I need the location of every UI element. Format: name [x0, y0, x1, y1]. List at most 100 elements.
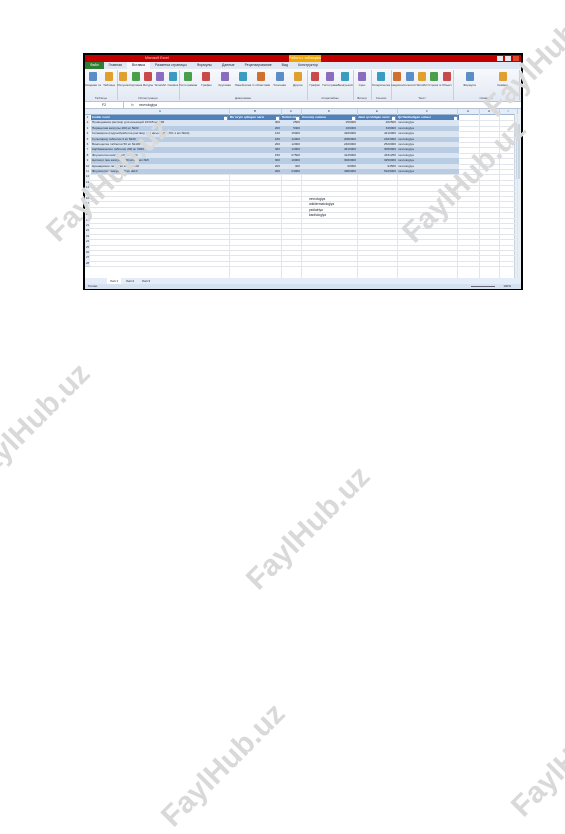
ribbon-button-label[interactable]: Гистограмма — [179, 83, 197, 87]
cell-text: 4125000 — [343, 152, 356, 157]
ribbon-button-label[interactable]: Фигуры — [142, 83, 154, 87]
formula-input[interactable]: nevrologiya — [139, 102, 157, 108]
ribbon-button-icon[interactable] — [275, 72, 284, 81]
ribbon-button-label[interactable]: Колонтитулы — [403, 83, 415, 87]
watermark: FaylHub.uz — [240, 459, 377, 597]
ribbon-button-icon[interactable] — [326, 72, 334, 81]
ribbon-tab[interactable]: Главная — [104, 62, 127, 69]
column-header[interactable]: B — [229, 109, 282, 114]
ribbon-button-label[interactable]: Формула — [453, 83, 486, 87]
ribbon-tab[interactable]: Вставка — [126, 62, 150, 69]
table-cell[interactable]: nevrologiya — [398, 169, 458, 174]
ribbon-button-label[interactable]: SmartArt — [154, 83, 166, 87]
grid-line — [90, 212, 515, 214]
cell-text: Гепамерин (гидрообработка раствор для ин… — [92, 131, 190, 136]
ribbon-button-icon[interactable] — [498, 72, 507, 81]
ribbon-button-icon[interactable] — [393, 72, 402, 81]
ribbon-button-label[interactable]: Сводная таблица — [85, 83, 101, 87]
ribbon-button-label[interactable]: Выигрыш/проигрыш — [338, 83, 353, 87]
ribbon-tab[interactable]: Файл — [85, 62, 104, 69]
column-header[interactable]: F — [397, 109, 458, 114]
column-header[interactable]: H — [479, 109, 500, 114]
ribbon-button-icon[interactable] — [465, 72, 474, 81]
ribbon-group-label: Ссылки — [375, 96, 387, 100]
zoom-level[interactable]: 100% — [503, 284, 511, 289]
table-cell[interactable]: 24900 — [282, 169, 300, 174]
ribbon-tab[interactable]: Рецензирование — [240, 62, 277, 69]
ribbon-button-label[interactable]: Рисунок — [117, 83, 129, 87]
cell-text: 2184000 — [383, 136, 396, 141]
ribbon-button-label[interactable]: Круговая — [216, 83, 234, 87]
close-icon[interactable] — [513, 56, 519, 61]
fx-icon[interactable]: fx — [131, 102, 134, 108]
ribbon-button-icon[interactable] — [257, 72, 266, 81]
ribbon-button-label[interactable]: Гистограмма — [322, 83, 337, 87]
list-value-cell[interactable]: kardiologiya — [309, 213, 326, 217]
ribbon-button-label[interactable]: Срез — [353, 83, 371, 87]
table-cell[interactable]: 4980000 — [302, 169, 356, 174]
ribbon-button-label[interactable]: Надпись — [391, 83, 403, 87]
ribbon-button-label[interactable]: Таблица — [101, 83, 117, 87]
ribbon-button-label[interactable]: Символ — [486, 83, 519, 87]
list-value-cell[interactable]: pediatriya — [309, 208, 323, 212]
name-box[interactable]: F2 — [85, 102, 124, 108]
ribbon-tab[interactable]: Формулы — [192, 62, 217, 69]
ribbon-button-label[interactable]: Строка подписи — [428, 83, 440, 87]
ribbon-button-icon[interactable] — [89, 72, 97, 81]
context-tab-label[interactable]: Работа с таблицами — [289, 55, 321, 62]
list-value-cell[interactable]: nevrologiya — [309, 197, 325, 201]
ribbon-button-icon[interactable] — [239, 72, 247, 81]
ribbon-button-icon[interactable] — [168, 72, 177, 81]
maximize-icon[interactable] — [505, 56, 511, 61]
table-cell[interactable]: 5229000 — [358, 169, 396, 174]
ribbon-button-icon[interactable] — [119, 72, 128, 81]
minimize-icon[interactable] — [497, 56, 503, 61]
column-header[interactable]: C — [281, 109, 302, 114]
ribbon-button-icon[interactable] — [131, 72, 140, 81]
ribbon-button-icon[interactable] — [105, 72, 113, 81]
ribbon-tab[interactable]: Разметка страницы — [150, 62, 192, 69]
ribbon-button-icon[interactable] — [442, 72, 451, 81]
column-header[interactable]: E — [357, 109, 398, 114]
ribbon-button-icon[interactable] — [377, 72, 385, 81]
ribbon-button-icon[interactable] — [220, 72, 229, 81]
ribbon-tab[interactable]: Данные — [217, 62, 240, 69]
table-cell[interactable]: 200 — [230, 169, 280, 174]
ribbon-button-label[interactable]: График — [197, 83, 215, 87]
ribbon-button-icon[interactable] — [293, 72, 302, 81]
worksheet[interactable]: ABCDEFGHI 1 2 3 4 5 6 7 8 9 10 11 12 13 14 15 16 17 18 19 2… — [85, 109, 521, 278]
ribbon-button-icon[interactable] — [430, 72, 439, 81]
ribbon-group-label: Диаграммы — [234, 96, 252, 100]
ribbon-button-label[interactable]: Другие — [289, 83, 307, 87]
ribbon-button-label[interactable]: Гиперссылка — [371, 83, 391, 87]
column-header[interactable]: G — [457, 109, 480, 114]
ribbon-button-label[interactable]: Линейчатая — [234, 83, 252, 87]
ribbon-button-icon[interactable] — [341, 72, 350, 81]
zoom-slider[interactable] — [471, 286, 495, 287]
ribbon-button-icon[interactable] — [144, 72, 152, 81]
ribbon-tab[interactable]: Конструктор — [293, 62, 323, 69]
ribbon-button-icon[interactable] — [418, 72, 426, 81]
ribbon-button-icon[interactable] — [156, 72, 165, 81]
list-value-cell[interactable]: antidermatologiya — [309, 202, 334, 206]
ribbon-button-icon[interactable] — [184, 72, 193, 81]
ribbon-button-label[interactable]: Картинка — [129, 83, 141, 87]
ribbon-button-label[interactable]: Точечная — [270, 83, 288, 87]
ribbon-button-label[interactable]: Снимок — [167, 83, 179, 87]
table-cell[interactable]: Флуоксетин капсулы 20 мг №10 — [92, 169, 228, 174]
cell-text: 4331250 — [383, 152, 396, 157]
ribbon-button-label[interactable]: График — [307, 83, 322, 87]
column-header[interactable]: A — [91, 109, 230, 114]
cell-text: 4610000 — [343, 147, 356, 152]
cell-text: 5300 — [293, 125, 300, 130]
ribbon-button-icon[interactable] — [358, 72, 366, 81]
ribbon-button-icon[interactable] — [310, 72, 319, 81]
ribbon-button-label[interactable]: С областями — [252, 83, 270, 87]
ribbon-button-label[interactable]: WordArt — [416, 83, 428, 87]
ribbon-button-icon[interactable] — [202, 72, 211, 81]
ribbon-tab[interactable]: Вид — [277, 62, 293, 69]
column-header[interactable]: D — [301, 109, 358, 114]
ribbon-button-label[interactable]: Объект — [441, 83, 453, 87]
ribbon-button-icon[interactable] — [405, 72, 414, 81]
cell-text: Qo'llaniladigan sohasi — [398, 115, 431, 119]
